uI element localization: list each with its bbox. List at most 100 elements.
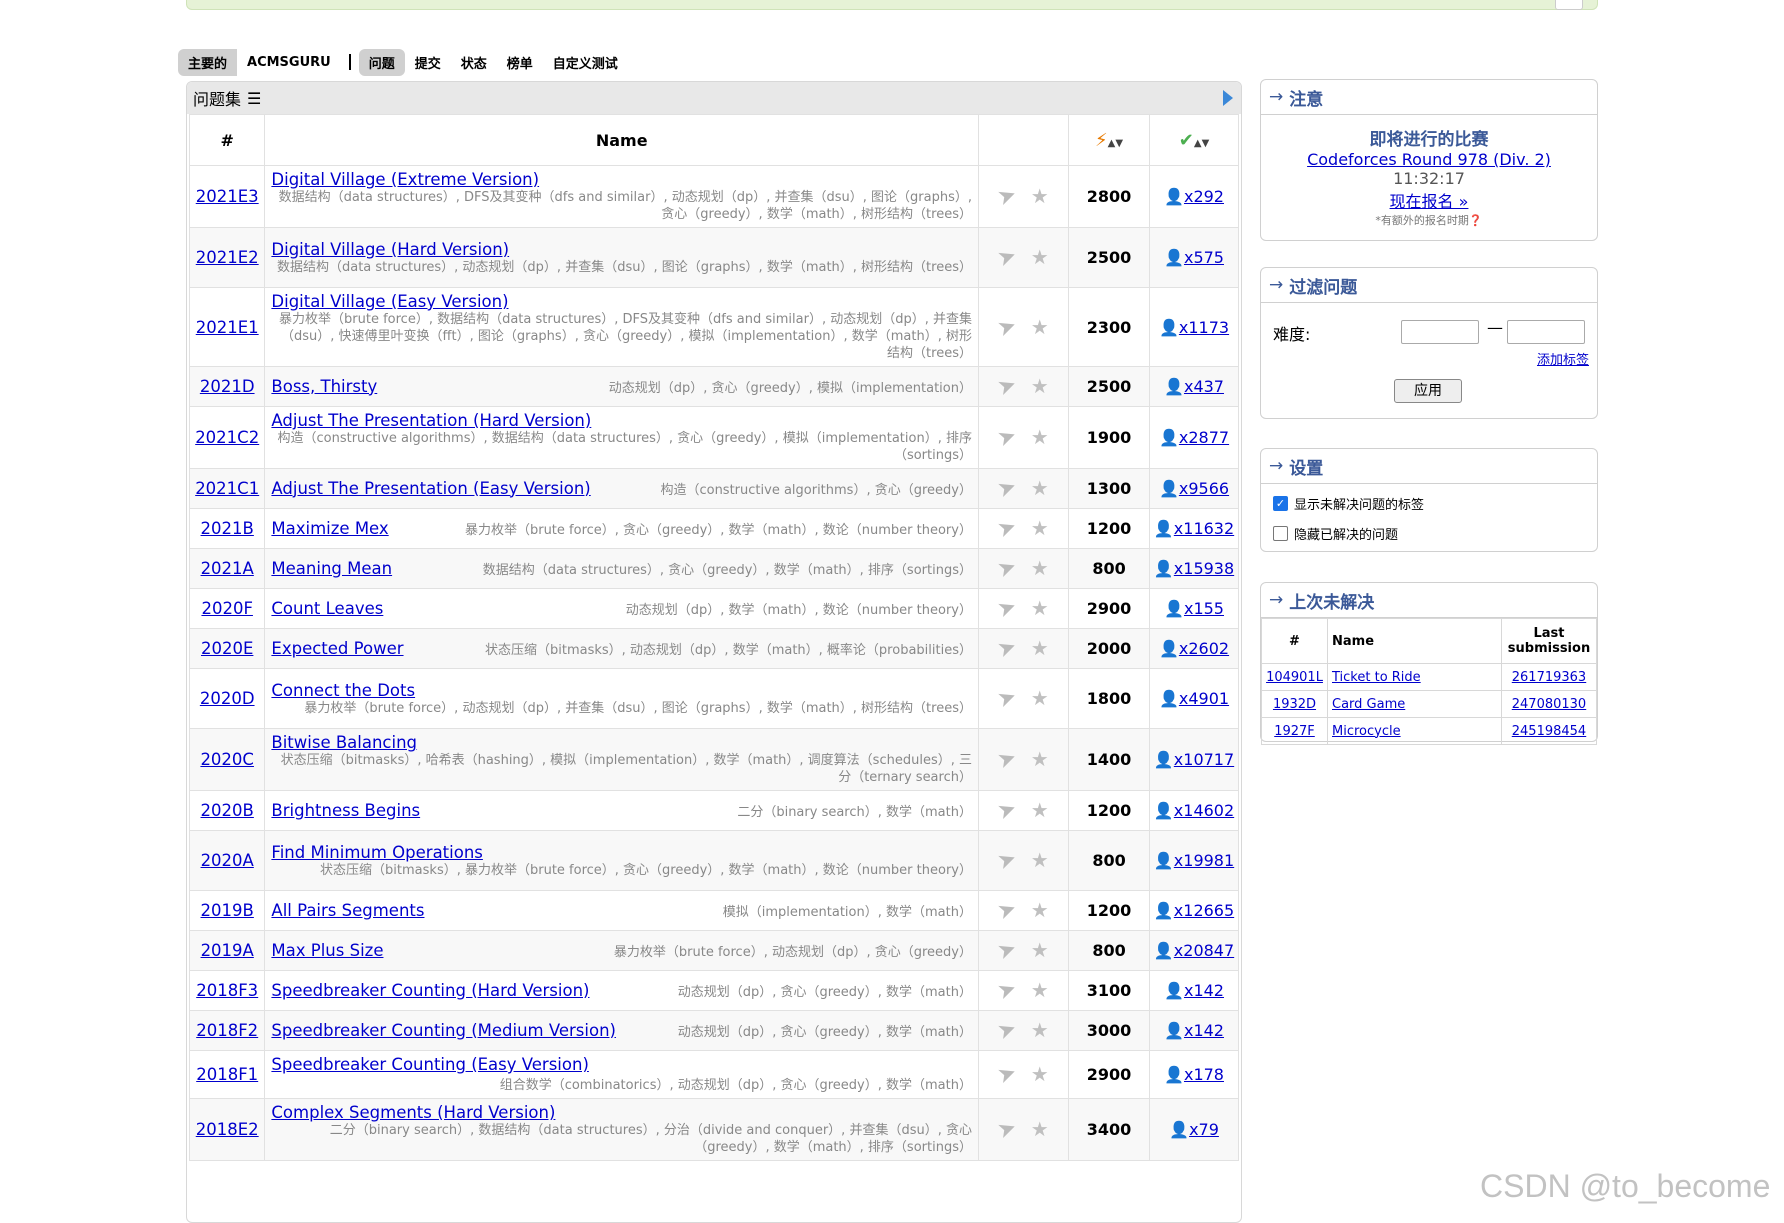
problem-id-link[interactable]: 2020D	[200, 689, 255, 708]
submit-icon[interactable]: ➤	[995, 474, 1021, 504]
problem-name-link[interactable]: Digital Village (Hard Version)	[271, 240, 509, 259]
star-icon[interactable]: ★	[1031, 374, 1049, 398]
solved-count-link[interactable]: x437	[1184, 377, 1224, 396]
problem-id-link[interactable]: 2018F2	[196, 1021, 258, 1040]
submit-icon[interactable]: ➤	[995, 554, 1021, 584]
problem-name-link[interactable]: Speedbreaker Counting (Hard Version)	[271, 981, 589, 1000]
problem-id-link[interactable]: 2021C2	[195, 428, 259, 447]
problem-id-link[interactable]: 2020E	[201, 639, 253, 658]
last-submission-link[interactable]: 245198454	[1512, 724, 1586, 739]
solved-count-link[interactable]: x10717	[1174, 750, 1234, 769]
list-icon[interactable]: ☰	[247, 89, 261, 108]
solved-count-link[interactable]: x575	[1184, 248, 1224, 267]
problem-name-link[interactable]: Find Minimum Operations	[271, 843, 482, 862]
submit-icon[interactable]: ➤	[995, 243, 1021, 273]
last-name-link[interactable]: Card Game	[1332, 697, 1405, 712]
show-tags-option[interactable]: ✓ 显示未解决问题的标签	[1261, 488, 1597, 518]
solved-count-link[interactable]: x2602	[1179, 639, 1229, 658]
col-solved-header[interactable]: ✔▲▼	[1149, 114, 1239, 166]
help-icon[interactable]: ❓	[1469, 214, 1483, 227]
problem-id-link[interactable]: 2021A	[201, 559, 254, 578]
star-icon[interactable]: ★	[1031, 1018, 1049, 1042]
solved-count-link[interactable]: x19981	[1174, 851, 1234, 870]
menu-acmsguru[interactable]: ACMSGURU	[237, 51, 341, 74]
register-link[interactable]: 现在报名 »	[1390, 192, 1469, 211]
last-name-link[interactable]: Microcycle	[1332, 724, 1401, 739]
submit-icon[interactable]: ➤	[995, 796, 1021, 826]
submit-icon[interactable]: ➤	[995, 594, 1021, 624]
problem-id-link[interactable]: 2020C	[200, 750, 254, 769]
star-icon[interactable]: ★	[1031, 315, 1049, 339]
problem-name-link[interactable]: Expected Power	[271, 639, 403, 658]
star-icon[interactable]: ★	[1031, 184, 1049, 208]
submit-icon[interactable]: ➤	[995, 312, 1021, 342]
star-icon[interactable]: ★	[1031, 425, 1049, 449]
problem-name-link[interactable]: Bitwise Balancing	[271, 733, 417, 752]
difficulty-max-input[interactable]	[1507, 320, 1585, 344]
solved-count-link[interactable]: x12665	[1174, 901, 1234, 920]
submit-icon[interactable]: ➤	[995, 1060, 1021, 1090]
star-icon[interactable]: ★	[1031, 848, 1049, 872]
col-difficulty-header[interactable]: ⚡▲▼	[1068, 114, 1151, 166]
submit-icon[interactable]: ➤	[995, 1115, 1021, 1145]
star-icon[interactable]: ★	[1031, 1117, 1049, 1141]
problem-id-link[interactable]: 2018F1	[196, 1065, 258, 1084]
hide-solved-checkbox[interactable]	[1273, 525, 1288, 541]
submit-icon[interactable]: ➤	[995, 745, 1021, 775]
star-icon[interactable]: ★	[1031, 978, 1049, 1002]
submit-icon[interactable]: ➤	[995, 514, 1021, 544]
problem-name-link[interactable]: Max Plus Size	[271, 941, 383, 960]
menu-problems[interactable]: 问题	[359, 49, 405, 76]
problem-id-link[interactable]: 2021C1	[195, 479, 259, 498]
problem-name-link[interactable]: Maximize Mex	[271, 519, 388, 538]
problem-name-link[interactable]: Adjust The Presentation (Hard Version)	[271, 411, 591, 430]
star-icon[interactable]: ★	[1031, 556, 1049, 580]
problem-name-link[interactable]: Count Leaves	[271, 599, 383, 618]
submit-icon[interactable]: ➤	[995, 182, 1021, 212]
last-id-link[interactable]: 1927F	[1274, 724, 1315, 739]
star-icon[interactable]: ★	[1031, 747, 1049, 771]
problem-id-link[interactable]: 2018F3	[196, 981, 258, 1000]
submit-icon[interactable]: ➤	[995, 896, 1021, 926]
menu-home[interactable]: 主要的	[178, 49, 237, 76]
problem-id-link[interactable]: 2021E2	[196, 248, 259, 267]
add-tag-link[interactable]: 添加标签	[1537, 349, 1589, 368]
problem-id-link[interactable]: 2021E1	[196, 318, 259, 337]
submit-icon[interactable]: ➤	[995, 372, 1021, 402]
problem-name-link[interactable]: Connect the Dots	[271, 681, 415, 700]
last-id-link[interactable]: 1932D	[1273, 697, 1316, 712]
solved-count-link[interactable]: x9566	[1179, 479, 1229, 498]
hide-solved-option[interactable]: 隐藏已解决的问题	[1261, 518, 1597, 548]
submit-icon[interactable]: ➤	[995, 846, 1021, 876]
star-icon[interactable]: ★	[1031, 1062, 1049, 1086]
col-id-header[interactable]: #	[188, 114, 266, 166]
problem-id-link[interactable]: 2021D	[200, 377, 255, 396]
solved-count-link[interactable]: x155	[1184, 599, 1224, 618]
problem-id-link[interactable]: 2020F	[201, 599, 252, 618]
problem-name-link[interactable]: Speedbreaker Counting (Medium Version)	[271, 1021, 616, 1040]
problem-name-link[interactable]: Adjust The Presentation (Easy Version)	[271, 479, 590, 498]
solved-count-link[interactable]: x20847	[1174, 941, 1234, 960]
problem-id-link[interactable]: 2021E3	[196, 187, 259, 206]
last-submission-link[interactable]: 261719363	[1512, 670, 1586, 685]
submit-icon[interactable]: ➤	[995, 976, 1021, 1006]
star-icon[interactable]: ★	[1031, 476, 1049, 500]
expand-arrow-icon[interactable]	[1223, 90, 1233, 106]
problem-id-link[interactable]: 2019B	[201, 901, 254, 920]
col-name-header[interactable]: Name	[264, 114, 979, 166]
menu-submit[interactable]: 提交	[405, 49, 451, 76]
problem-id-link[interactable]: 2018E2	[196, 1120, 259, 1139]
menu-status[interactable]: 状态	[451, 49, 497, 76]
contest-link[interactable]: Codeforces Round 978 (Div. 2)	[1307, 150, 1551, 169]
star-icon[interactable]: ★	[1031, 898, 1049, 922]
star-icon[interactable]: ★	[1031, 636, 1049, 660]
banner-button[interactable]	[1555, 0, 1583, 10]
solved-count-link[interactable]: x79	[1189, 1120, 1219, 1139]
show-tags-checkbox[interactable]: ✓	[1273, 495, 1288, 511]
star-icon[interactable]: ★	[1031, 245, 1049, 269]
problem-name-link[interactable]: Boss, Thirsty	[271, 377, 377, 396]
problem-id-link[interactable]: 2020A	[201, 851, 254, 870]
star-icon[interactable]: ★	[1031, 686, 1049, 710]
menu-standings[interactable]: 榜单	[497, 49, 543, 76]
problem-name-link[interactable]: Meaning Mean	[271, 559, 392, 578]
